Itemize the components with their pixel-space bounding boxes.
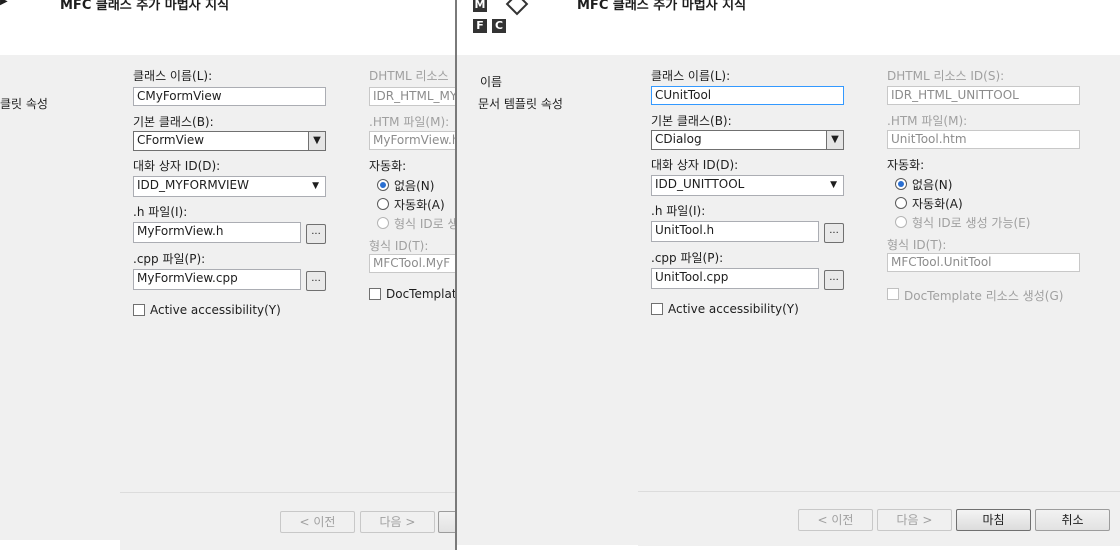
- right-dialog-id-label: 대화 상자 ID(D):: [651, 158, 739, 172]
- right-prev-button[interactable]: < 이전: [798, 509, 873, 531]
- right-radio-automation-label: 자동화(A): [912, 197, 963, 211]
- right-cpp-file-label: .cpp 파일(P):: [651, 251, 724, 265]
- left-doctemplate-checkbox[interactable]: [369, 288, 381, 300]
- right-form-pane: 클래스 이름(L): CUnitTool 기본 클래스(B): CDialog …: [638, 55, 1120, 491]
- right-accessibility-label: Active accessibility(Y): [668, 302, 799, 316]
- right-nav-item-name[interactable]: 이름: [480, 73, 502, 90]
- left-dhtml-id-label: DHTML 리소스: [369, 69, 449, 83]
- right-header: M F C MFC 클래스 추가 마법사 지식: [457, 0, 1120, 55]
- right-next-button[interactable]: 다음 >: [877, 509, 952, 531]
- right-dhtml-id-label: DHTML 리소스 ID(S):: [887, 69, 1005, 83]
- left-base-class-dropdown-icon[interactable]: ▼: [308, 132, 325, 150]
- left-class-name-label: 클래스 이름(L):: [133, 69, 213, 83]
- left-type-id-label: 형식 ID(T):: [369, 239, 429, 253]
- left-base-class-label: 기본 클래스(B):: [133, 115, 214, 129]
- left-cpp-file-input[interactable]: MyFormView.cpp: [133, 269, 301, 290]
- right-dialog-title: MFC 클래스 추가 마법사 지식: [577, 0, 747, 13]
- mfc-logo-m: M: [473, 0, 487, 12]
- left-prev-button[interactable]: < 이전: [280, 511, 355, 533]
- left-radio-typeid-label: 형식 ID로 생: [394, 217, 456, 231]
- right-nav-pane: 이름 문서 템플릿 속성: [457, 55, 638, 545]
- right-automation-label: 자동화:: [887, 158, 925, 172]
- right-cpp-file-input[interactable]: UnitTool.cpp: [651, 268, 819, 289]
- left-wizard-dialog: ▶ MFC 클래스 추가 마법사 지식 클릿 속성 클래스 이름(L): CMy…: [0, 0, 456, 550]
- left-footer: < 이전 다음 >: [120, 492, 456, 550]
- right-h-file-input[interactable]: UnitTool.h: [651, 221, 819, 242]
- mfc-logo-c: C: [492, 19, 506, 33]
- left-automation-label: 자동화:: [369, 159, 407, 173]
- left-dialog-title: MFC 클래스 추가 마법사 지식: [60, 0, 230, 13]
- right-doctemplate-label: DocTemplate 리소스 생성(G): [904, 289, 1064, 303]
- left-htm-file-label: .HTM 파일(M):: [369, 115, 450, 129]
- left-radio-none[interactable]: [377, 179, 389, 191]
- left-radio-automation-label: 자동화(A): [394, 198, 445, 212]
- expand-arrow-icon: ▶: [0, 0, 8, 7]
- left-dialog-id-combo[interactable]: IDD_MYFORMVIEW ▼: [133, 176, 326, 197]
- right-base-class-value: CDialog: [655, 132, 702, 146]
- left-base-class-value: CFormView: [137, 133, 205, 147]
- right-htm-file-label: .HTM 파일(M):: [887, 114, 968, 128]
- left-h-file-browse-button[interactable]: ...: [306, 224, 326, 244]
- left-type-id-input: MFCTool.MyF: [369, 254, 456, 273]
- right-type-id-label: 형식 ID(T):: [887, 238, 947, 252]
- left-radio-typeid: [377, 217, 389, 229]
- right-nav-item-doc-template[interactable]: 문서 템플릿 속성: [478, 95, 563, 112]
- left-dialog-id-value: IDD_MYFORMVIEW: [137, 178, 249, 192]
- left-h-file-input[interactable]: MyFormView.h: [133, 222, 301, 243]
- left-dialog-id-label: 대화 상자 ID(D):: [133, 159, 221, 173]
- right-dhtml-id-input: IDR_HTML_UNITTOOL: [887, 86, 1080, 105]
- left-dialog-id-dropdown-icon[interactable]: ▼: [312, 180, 319, 193]
- mfc-logo: M F C: [473, 0, 529, 36]
- left-doctemplate-label: DocTemplate: [386, 287, 456, 301]
- left-accessibility-label: Active accessibility(Y): [150, 303, 281, 317]
- left-header: ▶ MFC 클래스 추가 마법사 지식: [0, 0, 456, 55]
- right-cpp-file-browse-button[interactable]: ...: [824, 270, 844, 290]
- left-dhtml-id-input: IDR_HTML_MY: [369, 87, 456, 106]
- left-base-class-select[interactable]: CFormView ▼: [133, 131, 326, 151]
- left-htm-file-input: MyFormView.h: [369, 131, 456, 150]
- right-dialog-id-dropdown-icon[interactable]: ▼: [830, 179, 837, 192]
- right-dialog-id-combo[interactable]: IDD_UNITTOOL ▼: [651, 175, 844, 196]
- right-base-class-dropdown-icon[interactable]: ▼: [826, 131, 843, 149]
- left-accessibility-checkbox[interactable]: [133, 304, 145, 316]
- right-type-id-input: MFCTool.UnitTool: [887, 253, 1080, 272]
- left-form-pane: 클래스 이름(L): CMyFormView 기본 클래스(B): CFormV…: [120, 55, 456, 492]
- right-dialog-id-value: IDD_UNITTOOL: [655, 177, 745, 191]
- right-base-class-label: 기본 클래스(B):: [651, 114, 732, 128]
- left-radio-none-label: 없음(N): [394, 179, 435, 193]
- mfc-logo-f: F: [473, 19, 487, 33]
- left-nav-pane: 클릿 속성: [0, 55, 120, 540]
- left-class-name-input[interactable]: CMyFormView: [133, 87, 326, 106]
- right-h-file-label: .h 파일(I):: [651, 204, 706, 218]
- right-finish-button[interactable]: 마침: [956, 509, 1031, 531]
- right-cancel-button[interactable]: 취소: [1035, 509, 1110, 531]
- left-radio-automation[interactable]: [377, 198, 389, 210]
- left-cpp-file-label: .cpp 파일(P):: [133, 252, 206, 266]
- right-class-name-input[interactable]: CUnitTool: [651, 86, 844, 105]
- right-base-class-select[interactable]: CDialog ▼: [651, 130, 844, 150]
- right-radio-none[interactable]: [895, 178, 907, 190]
- mfc-logo-wand-icon: [505, 0, 529, 16]
- left-next-button[interactable]: 다음 >: [360, 511, 435, 533]
- right-radio-typeid-label: 형식 ID로 생성 가능(E): [912, 216, 1031, 230]
- left-nav-item-doc-template[interactable]: 클릿 속성: [0, 95, 48, 112]
- right-doctemplate-checkbox: [887, 288, 899, 300]
- right-class-name-label: 클래스 이름(L):: [651, 69, 731, 83]
- right-h-file-browse-button[interactable]: ...: [824, 223, 844, 243]
- left-finish-button-partial[interactable]: [438, 511, 456, 533]
- left-h-file-label: .h 파일(I):: [133, 205, 188, 219]
- right-htm-file-input: UnitTool.htm: [887, 130, 1080, 149]
- right-radio-none-label: 없음(N): [912, 178, 953, 192]
- right-radio-typeid: [895, 216, 907, 228]
- right-radio-automation[interactable]: [895, 197, 907, 209]
- right-wizard-dialog: M F C MFC 클래스 추가 마법사 지식 이름 문서 템플릿 속성 클래스…: [457, 0, 1120, 550]
- right-accessibility-checkbox[interactable]: [651, 303, 663, 315]
- right-footer: < 이전 다음 > 마침 취소: [638, 491, 1120, 546]
- left-cpp-file-browse-button[interactable]: ...: [306, 271, 326, 291]
